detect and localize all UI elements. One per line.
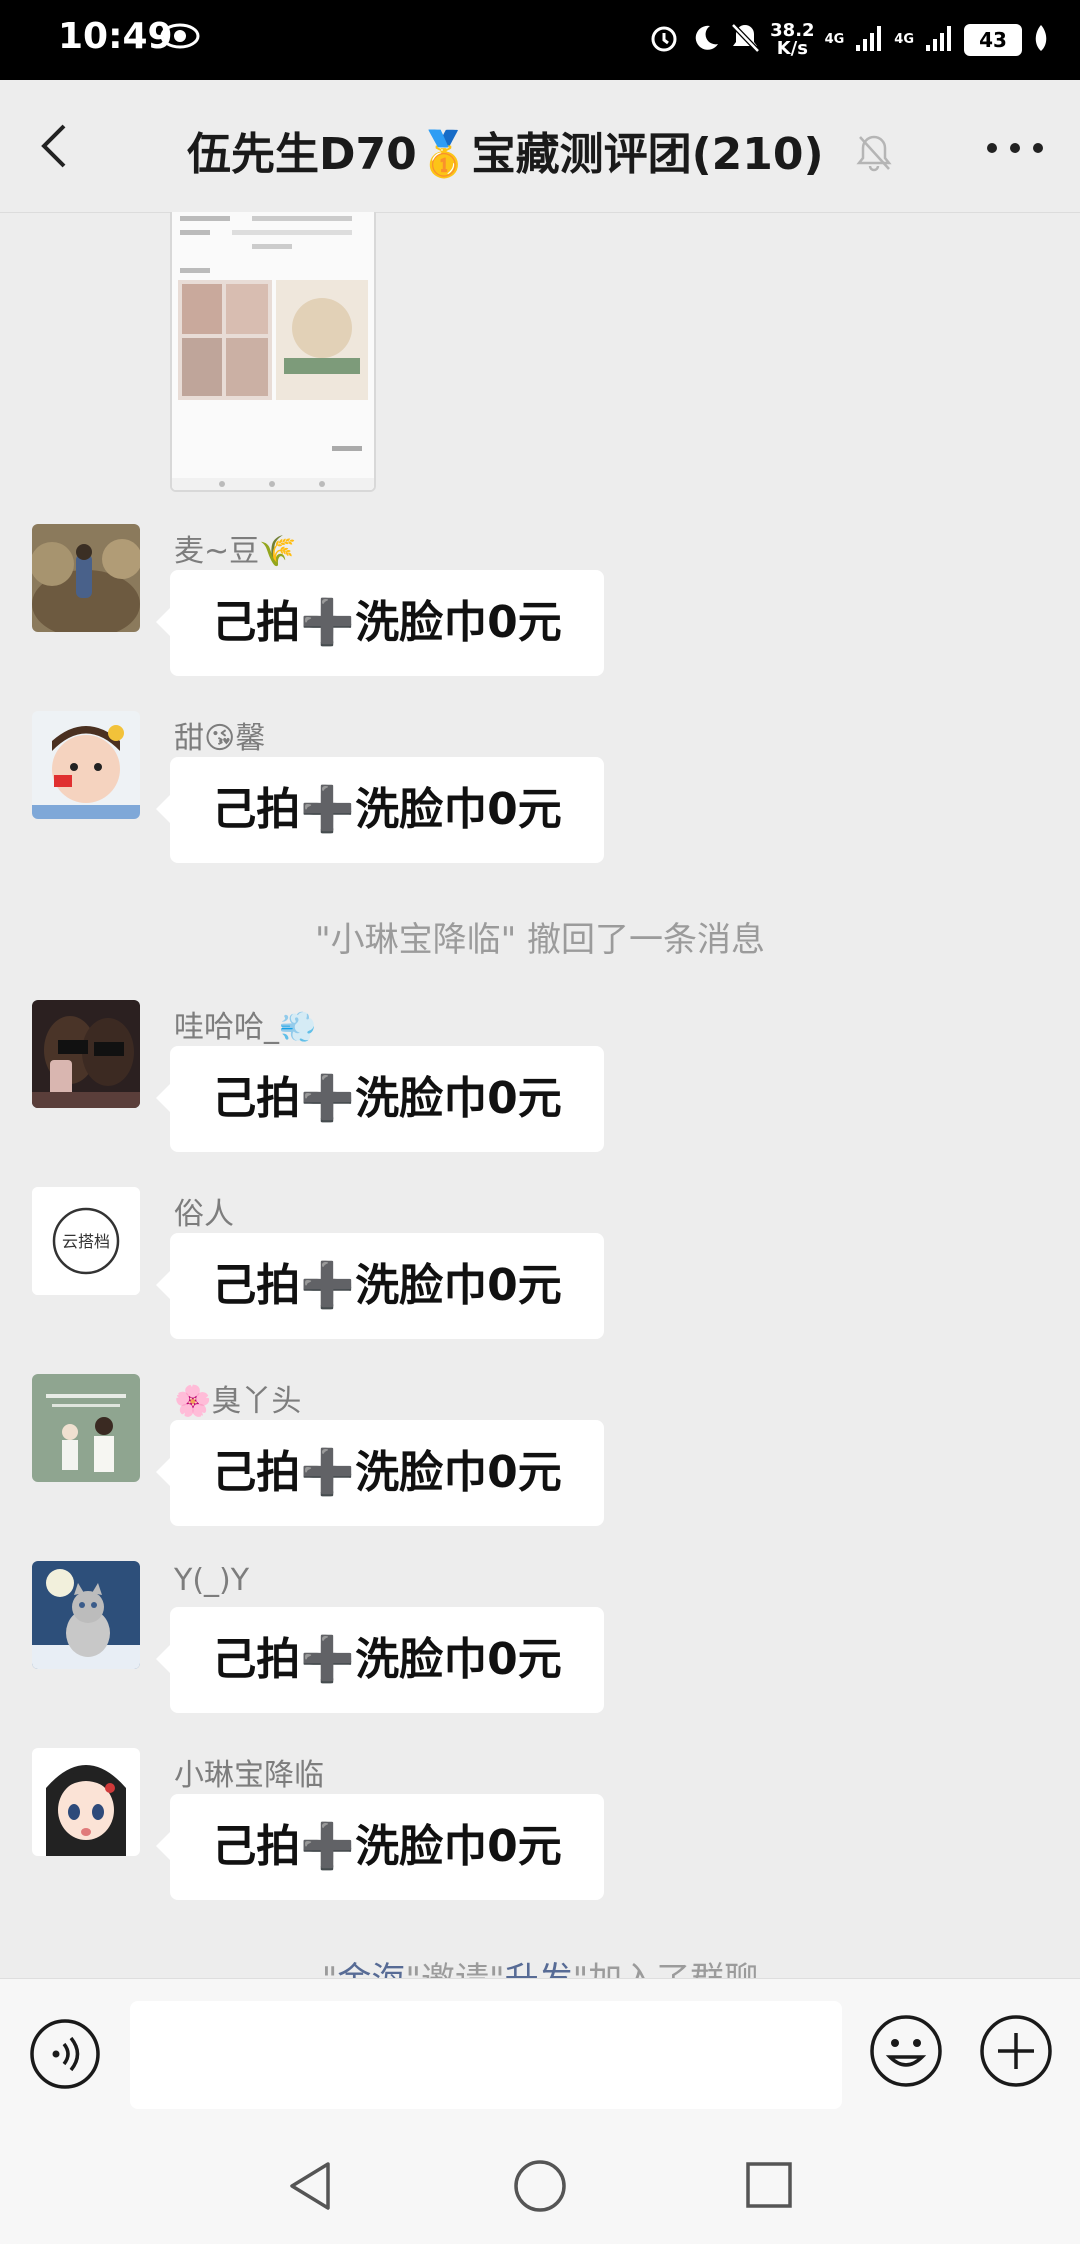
circle-home-icon (514, 2160, 566, 2212)
nav-home-button[interactable] (512, 2158, 568, 2214)
medal-emoji: 🥇 (416, 129, 472, 180)
triangle-back-icon (290, 2162, 330, 2210)
speed-unit: K/s (776, 38, 808, 59)
sender-nickname: 甜😘馨 (174, 721, 266, 756)
square-recent-icon (746, 2162, 792, 2208)
signal-icon (854, 23, 884, 57)
image-message[interactable] (170, 212, 376, 492)
invite-connector: "邀请" (405, 1960, 504, 1978)
more-button[interactable] (980, 128, 1050, 168)
message-input[interactable] (130, 2001, 842, 2109)
avatar[interactable] (32, 524, 140, 632)
moon-icon (690, 23, 720, 57)
inviter-name-link[interactable]: 金海 (337, 1960, 405, 1978)
sender-nickname: 俗人 (174, 1197, 234, 1232)
status-right-group: 38.2 K/s 4G 4G 43 (648, 16, 1050, 64)
sender-nickname: 麦~豆🌾 (174, 534, 297, 569)
chat-header: 伍先生D70🥇宝藏测评团(210) (0, 80, 1080, 213)
emoji-button[interactable] (868, 2013, 944, 2089)
avatar[interactable]: 云搭档 (32, 1187, 140, 1295)
avatar-logo-text: 云搭档 (62, 1232, 110, 1251)
avatar[interactable] (32, 711, 140, 819)
page-title[interactable]: 伍先生D70🥇宝藏测评团(210) (0, 118, 1080, 183)
nav-back-button[interactable] (284, 2158, 336, 2214)
sender-nickname: 小琳宝降临 (174, 1758, 324, 1793)
avatar[interactable] (32, 1561, 140, 1669)
status-time: 10:49 (58, 16, 173, 57)
leaf-icon (1032, 23, 1050, 57)
avatar[interactable] (32, 1000, 140, 1108)
system-nav-bar (0, 2128, 1080, 2244)
alarm-icon (648, 22, 680, 58)
eye-icon (160, 22, 200, 54)
screenshot-thumbnail (172, 212, 374, 490)
network-speed: 38.2 K/s (770, 22, 814, 58)
sender-nickname: 哇哈哈_💨 (174, 1010, 317, 1045)
battery-level: 43 (964, 24, 1022, 56)
bell-off-status-icon (730, 22, 760, 58)
emoji-icon (870, 2015, 942, 2087)
sender-nickname: Y(_)Y (174, 1563, 250, 1598)
invite-notice: "金海"邀请"升发"加入了群聊 (0, 1952, 1080, 1978)
avatar[interactable] (32, 1748, 140, 1856)
message-bubble[interactable]: 己拍➕洗脸巾0元 (156, 757, 604, 863)
message-bubble[interactable]: 己拍➕洗脸巾0元 (156, 1794, 604, 1900)
signal-icon-2 (924, 23, 954, 57)
invite-tail: "加入了群聊 (573, 1960, 759, 1978)
message-bubble[interactable]: 己拍➕洗脸巾0元 (156, 1046, 604, 1152)
message-bubble[interactable]: 己拍➕洗脸巾0元 (156, 1420, 604, 1526)
bell-off-icon (855, 132, 893, 183)
chat-messages-area[interactable]: 麦~豆🌾 己拍➕洗脸巾0元 甜😘馨 己拍➕洗脸巾0元 "小琳宝降临" 撤回了一条… (0, 212, 1080, 1978)
recall-notice: "小琳宝降临" 撤回了一条消息 (314, 920, 766, 960)
message-bubble[interactable]: 己拍➕洗脸巾0元 (156, 570, 604, 676)
network-type-1: 4G (824, 32, 845, 47)
title-suffix: 宝藏测评团(210) (471, 129, 824, 180)
message-bubble[interactable]: 己拍➕洗脸巾0元 (156, 1607, 604, 1713)
input-bar (0, 1978, 1080, 2129)
plus-circle-icon (980, 2015, 1052, 2087)
title-prefix: 伍先生D70 (187, 129, 417, 180)
network-type-2: 4G (894, 32, 914, 47)
invitee-name-link[interactable]: 升发 (505, 1960, 573, 1978)
avatar[interactable] (32, 1374, 140, 1482)
more-dots-icon (987, 143, 1043, 153)
invite-quote-open: " (322, 1960, 338, 1978)
nav-recent-button[interactable] (744, 2160, 794, 2210)
message-bubble[interactable]: 己拍➕洗脸巾0元 (156, 1233, 604, 1339)
more-functions-button[interactable] (978, 2013, 1054, 2089)
status-bar: 10:49 38.2 K/s 4G 4G 43 (0, 0, 1080, 80)
voice-icon (30, 2019, 100, 2089)
voice-button[interactable] (28, 2017, 102, 2091)
sender-nickname: 🌸臭丫头 (174, 1384, 302, 1419)
